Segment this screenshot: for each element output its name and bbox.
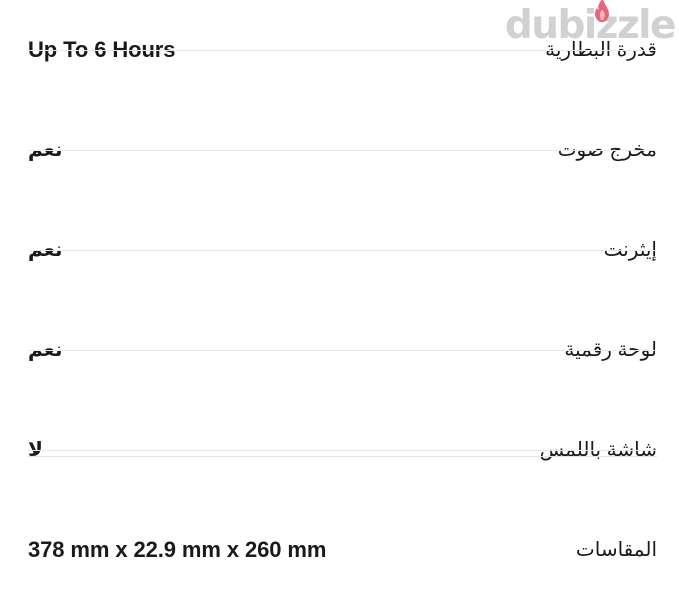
table-row: مخرج صوت نعم <box>0 100 679 200</box>
row-divider <box>28 149 657 151</box>
product-specifications-table: قدرة البطارية Up To 6 Hours مخرج صوت نعم… <box>0 0 679 600</box>
spec-value: 378 mm x 22.9 mm x 260 mm <box>28 537 327 563</box>
row-divider <box>28 49 657 51</box>
table-row: قدرة البطارية Up To 6 Hours <box>0 0 679 100</box>
table-row: شاشة باللمس لا <box>0 400 679 500</box>
row-divider <box>28 349 657 351</box>
row-divider <box>28 449 657 457</box>
table-row: إيثرنت نعم <box>0 200 679 300</box>
table-row: لوحة رقمية نعم <box>0 300 679 400</box>
table-row: المقاسات 378 mm x 22.9 mm x 260 mm <box>0 500 679 600</box>
row-divider <box>28 249 657 251</box>
spec-label: المقاسات <box>575 538 657 561</box>
